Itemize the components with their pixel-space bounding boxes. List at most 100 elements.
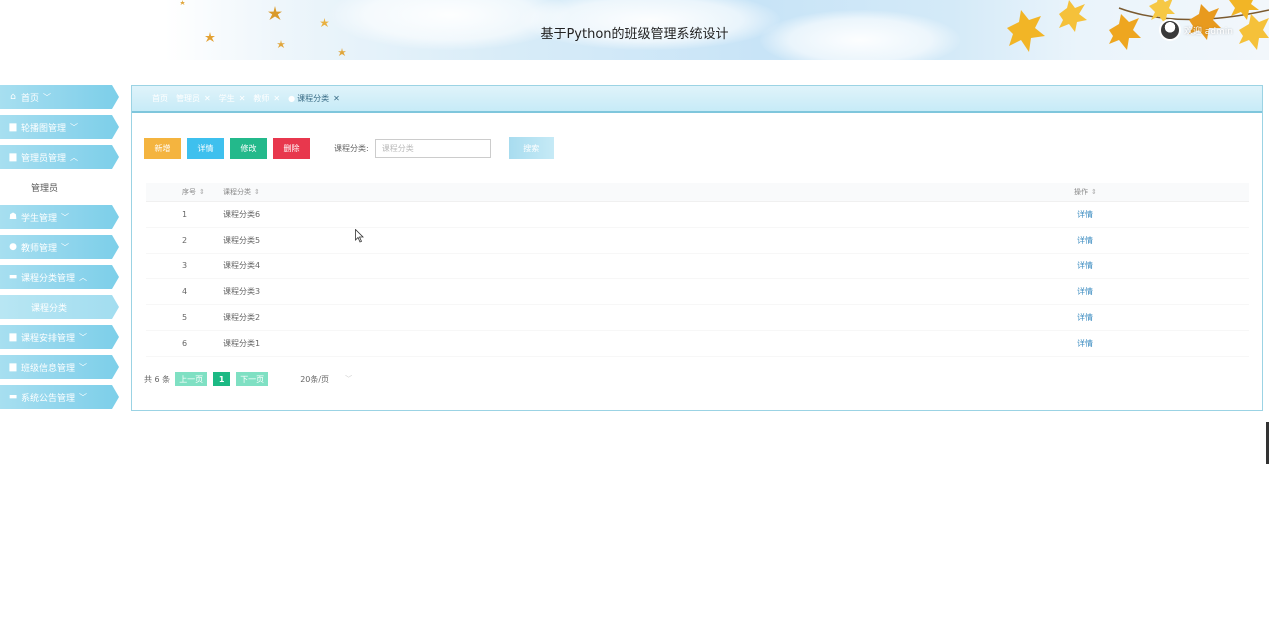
sidebar-item-label: 管理员 <box>31 183 59 194</box>
search-input[interactable] <box>374 138 491 158</box>
schedule-icon: ▆ <box>9 331 17 342</box>
sidebar-item-label: 课程分类管理 <box>21 273 76 284</box>
sidebar-item-class-info[interactable]: ▆ 班级信息管理 ﹀ <box>0 355 119 379</box>
cell-index: 2 <box>182 235 188 245</box>
sidebar-item-teacher-management[interactable]: ● 教师管理 ﹀ <box>0 235 119 259</box>
detail-link[interactable]: 详情 <box>1077 261 1093 270</box>
page-size-value: 20条/页 <box>300 374 330 384</box>
sidebar-item-student-management[interactable]: ☗ 学生管理 ﹀ <box>0 205 119 229</box>
tab-teacher[interactable]: 教师 ✕ <box>253 93 280 104</box>
column-label: 操作 <box>1074 188 1088 196</box>
tab-course-category[interactable]: ● 课程分类 ✕ <box>288 93 340 104</box>
table-header: 序号 ⇕ 课程分类 ⇕ 操作 ⇕ <box>146 183 1249 202</box>
sidebar-item-carousel[interactable]: ▆ 轮播图管理 ﹀ <box>0 115 119 139</box>
column-header-action[interactable]: 操作 ⇕ <box>1074 187 1249 197</box>
table-row[interactable]: 1 课程分类6 详情 <box>146 202 1249 228</box>
sidebar-item-system-notice[interactable]: ▬ 系统公告管理 ﹀ <box>0 385 119 409</box>
leaf-icon <box>338 48 346 56</box>
avatar[interactable] <box>1158 19 1181 41</box>
column-label: 课程分类 <box>223 188 251 196</box>
cell-category: 课程分类5 <box>223 235 261 245</box>
chevron-up-icon: ︿ <box>70 152 79 162</box>
leaf-icon <box>268 6 282 20</box>
sidebar-item-admin-management[interactable]: ▆ 管理员管理 ︿ <box>0 145 119 169</box>
table-row[interactable]: 2 课程分类5 详情 <box>146 228 1249 254</box>
notice-icon: ▬ <box>8 391 18 402</box>
sidebar-item-label: 班级信息管理 <box>21 363 76 374</box>
student-icon: ☗ <box>8 211 18 222</box>
data-table: 序号 ⇕ 课程分类 ⇕ 操作 ⇕ 1 课程分类6 详情 2 课程分类5 详情 3 课程… <box>146 183 1249 357</box>
cell-index: 4 <box>182 287 188 297</box>
cell-category: 课程分类4 <box>223 261 261 271</box>
tab-label: 学生 <box>218 94 235 103</box>
chevron-down-icon: ﹀ <box>61 212 70 222</box>
detail-link[interactable]: 详情 <box>1077 210 1093 219</box>
cell-index: 6 <box>182 338 188 348</box>
mouse-cursor-icon <box>355 229 364 243</box>
leaf-icon <box>180 0 185 5</box>
sidebar-subitem-course-category[interactable]: 课程分类 <box>0 295 119 319</box>
admin-icon: ▆ <box>9 151 17 162</box>
tab-admin[interactable]: 管理员 ✕ <box>176 93 211 104</box>
detail-button[interactable]: 详情 <box>187 137 224 159</box>
total-count: 共 6 条 <box>144 374 171 384</box>
page-size-select[interactable]: 20条/页 ﹀ <box>300 374 352 385</box>
delete-button[interactable]: 删除 <box>273 137 310 159</box>
top-header: 基于Python的班级管理系统设计 欢迎 admin <box>0 0 1269 60</box>
prev-page-button[interactable]: 上一页 <box>175 372 208 386</box>
main-panel: 首页 管理员 ✕ 学生 ✕ 教师 ✕ ● 课程分类 ✕ 新增 详情 修改 删除 … <box>131 85 1263 411</box>
table-row[interactable]: 3 课程分类4 详情 <box>146 254 1249 280</box>
sidebar-item-home[interactable]: ⌂ 首页 ﹀ <box>0 85 119 109</box>
sidebar-item-label: 首页 <box>21 93 40 104</box>
detail-link[interactable]: 详情 <box>1077 313 1093 322</box>
sidebar-item-course-category-management[interactable]: ▬ 课程分类管理 ︿ <box>0 265 119 289</box>
sidebar-item-label: 教师管理 <box>21 243 58 254</box>
user-menu[interactable]: 欢迎 admin <box>1158 18 1233 42</box>
cell-index: 5 <box>182 313 188 323</box>
detail-link[interactable]: 详情 <box>1077 339 1093 348</box>
chevron-down-icon: ﹀ <box>79 392 88 402</box>
close-icon[interactable]: ✕ <box>333 94 340 103</box>
table-row[interactable]: 6 课程分类1 详情 <box>146 331 1249 357</box>
tab-label: 课程分类 <box>297 94 330 103</box>
page-number-1[interactable]: 1 <box>213 372 231 386</box>
sidebar-subitem-admin[interactable]: 管理员 <box>0 175 119 199</box>
table-row[interactable]: 5 课程分类2 详情 <box>146 305 1249 331</box>
sidebar-item-course-schedule[interactable]: ▆ 课程安排管理 ﹀ <box>0 325 119 349</box>
user-name[interactable]: 欢迎 admin <box>1184 24 1233 37</box>
close-icon[interactable]: ✕ <box>204 94 211 103</box>
chevron-down-icon: ﹀ <box>43 92 52 102</box>
cell-category: 课程分类6 <box>223 209 261 219</box>
sort-icon[interactable]: ⇕ <box>199 188 205 196</box>
column-header-index[interactable]: 序号 ⇕ <box>146 187 223 197</box>
table-row[interactable]: 4 课程分类3 详情 <box>146 279 1249 306</box>
cell-index: 3 <box>182 261 188 271</box>
pagination: 共 6 条 上一页 1 下一页 20条/页 ﹀ <box>144 372 352 386</box>
page-title: 基于Python的班级管理系统设计 <box>540 27 729 42</box>
sort-icon[interactable]: ⇕ <box>254 188 260 196</box>
edit-button[interactable]: 修改 <box>230 137 267 159</box>
teacher-icon: ● <box>9 241 17 252</box>
sidebar-item-label: 学生管理 <box>21 213 58 224</box>
sidebar-item-label: 轮播图管理 <box>21 123 67 134</box>
sidebar-item-label: 系统公告管理 <box>21 393 76 404</box>
tab-label: 首页 <box>152 94 168 103</box>
tab-home[interactable]: 首页 <box>152 93 168 104</box>
sidebar-item-label: 课程安排管理 <box>21 333 76 344</box>
chevron-down-icon: ﹀ <box>61 242 70 252</box>
sidebar-item-label: 课程分类 <box>31 303 68 314</box>
cell-category: 课程分类2 <box>223 313 261 323</box>
tab-label: 管理员 <box>176 94 200 103</box>
sort-icon[interactable]: ⇕ <box>1091 188 1097 196</box>
add-button[interactable]: 新增 <box>144 137 181 159</box>
close-icon[interactable]: ✕ <box>273 94 280 103</box>
column-header-category[interactable]: 课程分类 ⇕ <box>223 187 1074 197</box>
chevron-down-icon: ﹀ <box>345 375 353 383</box>
close-icon[interactable]: ✕ <box>239 94 246 103</box>
tab-student[interactable]: 学生 ✕ <box>219 93 246 104</box>
detail-link[interactable]: 详情 <box>1077 236 1093 245</box>
detail-link[interactable]: 详情 <box>1077 287 1093 296</box>
tab-bar: 首页 管理员 ✕ 学生 ✕ 教师 ✕ ● 课程分类 ✕ <box>132 86 1262 113</box>
search-button[interactable]: 搜索 <box>508 137 554 159</box>
next-page-button[interactable]: 下一页 <box>236 372 269 386</box>
